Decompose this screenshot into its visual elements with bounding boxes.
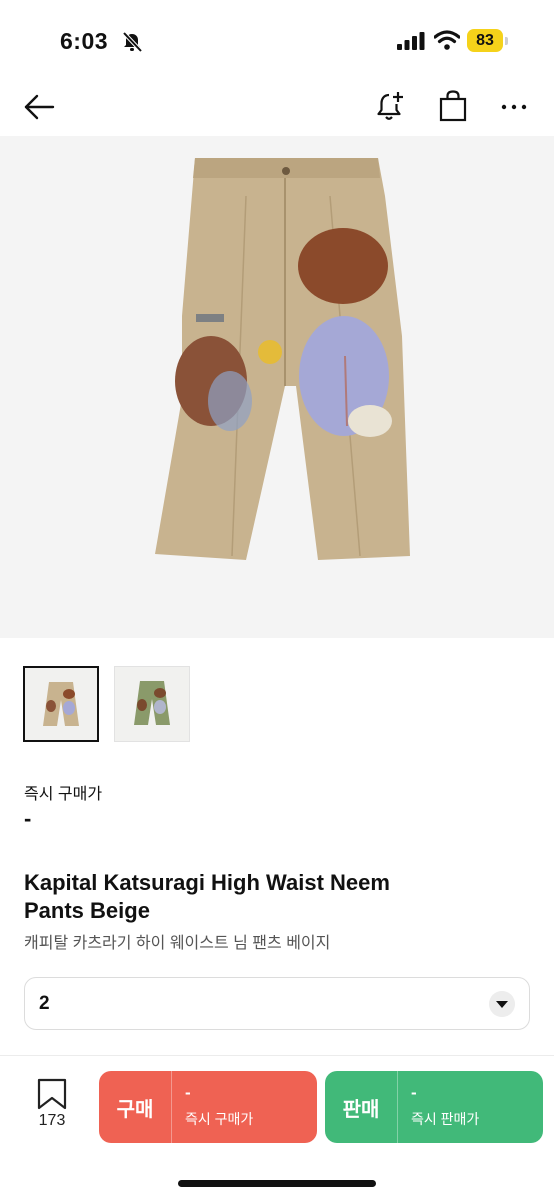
battery-level: 83: [467, 29, 503, 52]
bookmark-icon: [37, 1078, 67, 1110]
bookmark-button[interactable]: 173: [30, 1078, 74, 1134]
thumbnail-green-image: [134, 681, 170, 725]
status-time: 6:03: [60, 28, 109, 54]
nav-bar: [0, 80, 554, 136]
divider: [0, 1055, 554, 1056]
battery-icon: 83: [467, 29, 509, 53]
buy-button[interactable]: 구매 - 즉시 구매가: [99, 1071, 317, 1143]
instant-buy-price-label: 즉시 구매가: [24, 786, 103, 803]
bookmark-count: 173: [38, 1112, 66, 1129]
chevron-down-icon: [489, 991, 515, 1017]
back-arrow-icon[interactable]: [22, 90, 56, 124]
thumbnail-beige[interactable]: [23, 666, 99, 742]
notification-add-icon[interactable]: [373, 89, 407, 123]
product-title: Kapital Katsuragi High Waist Neem Pants …: [24, 870, 390, 923]
sell-price: -: [411, 1083, 417, 1102]
buy-label: 구매: [116, 1098, 154, 1121]
bell-off-icon: [122, 31, 143, 53]
shopping-bag-icon[interactable]: [436, 89, 470, 123]
status-bar: 6:03 83: [0, 0, 554, 80]
signal-icon: [397, 32, 425, 50]
buy-price: -: [185, 1083, 191, 1102]
size-select[interactable]: 2: [24, 977, 530, 1030]
buy-sub-label: 즉시 구매가: [185, 1111, 254, 1127]
thumbnail-green[interactable]: [114, 666, 190, 742]
pants-illustration: [155, 158, 410, 560]
home-indicator: [178, 1180, 376, 1187]
more-options-icon[interactable]: [498, 89, 532, 123]
wifi-icon: [434, 30, 460, 50]
product-subtitle: 캐피탈 카츠라기 하이 웨이스트 님 팬츠 베이지: [24, 935, 331, 952]
instant-buy-price-value: -: [24, 806, 32, 831]
sell-sub-label: 즉시 판매가: [411, 1111, 480, 1127]
sell-label: 판매: [342, 1098, 380, 1121]
thumbnail-beige-image: [43, 682, 79, 726]
size-value: 2: [39, 993, 50, 1014]
product-image[interactable]: [0, 136, 554, 638]
sell-button[interactable]: 판매 - 즉시 판매가: [325, 1071, 543, 1143]
